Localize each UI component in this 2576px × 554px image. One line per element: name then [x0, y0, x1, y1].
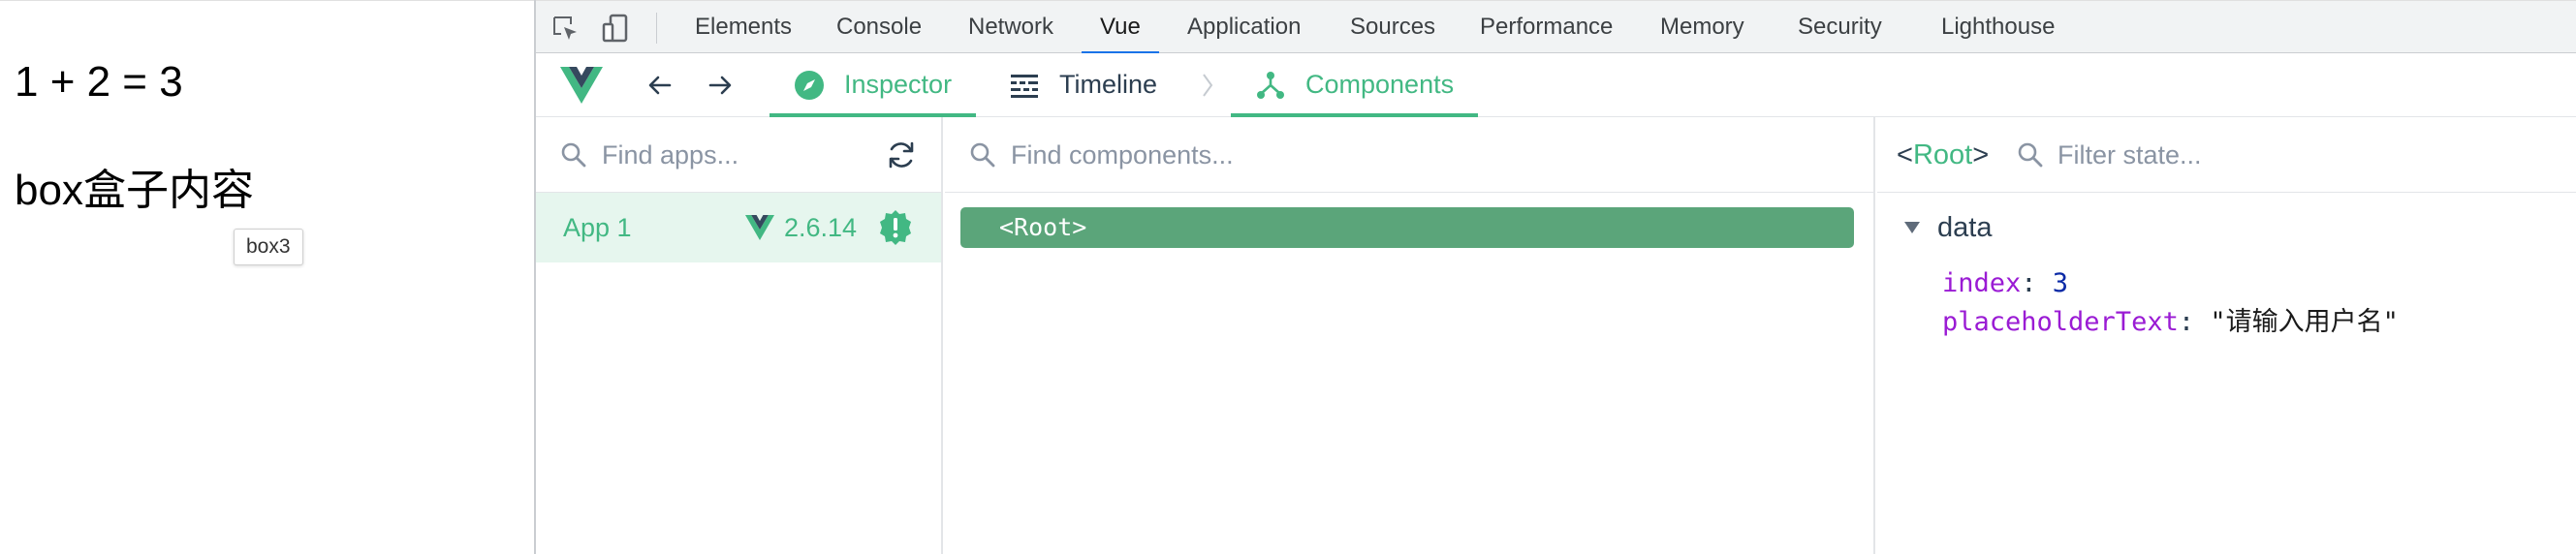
component-tree-root-row[interactable]: <Root>	[960, 207, 1854, 248]
app-name: App 1	[563, 213, 632, 242]
filter-state-input[interactable]	[2058, 135, 2348, 175]
tab-vue[interactable]: Vue	[1082, 1, 1159, 54]
tab-components-label: Components	[1305, 70, 1455, 99]
vue-logo-icon	[745, 215, 774, 240]
tab-lighthouse[interactable]: Lighthouse	[1937, 1, 2058, 53]
prop-key: placeholderText	[1942, 307, 2179, 337]
compass-icon	[795, 70, 824, 100]
components-icon	[1257, 71, 1284, 99]
search-icon	[2018, 142, 2043, 168]
tab-timeline[interactable]: Timeline	[1009, 53, 1157, 116]
state-prop-row[interactable]: index: 3	[1942, 264, 2068, 303]
search-icon	[970, 142, 995, 168]
back-arrow-icon[interactable]	[644, 70, 675, 101]
tab-elements[interactable]: Elements	[691, 1, 796, 53]
tab-application[interactable]: Application	[1183, 1, 1304, 53]
component-name: <Root>	[999, 213, 1087, 241]
warning-badge-icon[interactable]	[877, 209, 914, 246]
timeline-icon	[1011, 74, 1038, 98]
selected-component-label: <Root>	[1897, 139, 1990, 170]
devtools-tab-bar: Elements Console Network Vue Application…	[536, 0, 2576, 54]
page-viewport: 1 + 2 = 3 box盒子内容 box3	[0, 0, 534, 554]
tab-sources[interactable]: Sources	[1346, 1, 1439, 53]
forward-arrow-icon[interactable]	[705, 70, 736, 101]
section-label: data	[1937, 212, 1993, 243]
apps-search-input[interactable]	[602, 135, 854, 175]
tab-network[interactable]: Network	[964, 1, 1057, 53]
expression-text: 1 + 2 = 3	[15, 58, 183, 106]
state-inspector-pane: <Root> data index: 3 placeholderText: "请…	[1877, 117, 2576, 554]
tab-memory[interactable]: Memory	[1656, 1, 1748, 53]
hover-tooltip: box3	[234, 229, 303, 265]
refresh-icon[interactable]	[885, 138, 918, 171]
app-list-item[interactable]: App 1 2.6.14	[536, 193, 941, 262]
chevron-right-icon	[1203, 74, 1213, 97]
vue-logo-icon	[560, 67, 603, 104]
state-prop-row[interactable]: placeholderText: "请输入用户名"	[1942, 303, 2399, 342]
triangle-down-icon	[1904, 222, 1920, 233]
tab-performance[interactable]: Performance	[1476, 1, 1617, 53]
select-element-icon[interactable]	[550, 13, 581, 44]
prop-value: "请输入用户名"	[2210, 307, 2399, 337]
vue-devtools-toolbar: Inspector Timeline Components	[536, 53, 2576, 117]
toolbar-divider	[656, 13, 657, 44]
data-section-toggle[interactable]: data	[1904, 206, 1992, 249]
components-search-row	[945, 117, 1873, 193]
components-search-input[interactable]	[1011, 135, 1592, 175]
apps-pane: App 1 2.6.14	[536, 117, 943, 554]
tab-inspector[interactable]: Inspector	[769, 53, 977, 117]
devtools-panel: Elements Console Network Vue Application…	[534, 0, 2576, 554]
tab-inspector-label: Inspector	[844, 70, 953, 99]
tab-security[interactable]: Security	[1794, 1, 1886, 53]
box-content-text: box盒子内容	[15, 167, 254, 214]
apps-search-row	[536, 117, 941, 193]
device-toggle-icon[interactable]	[600, 13, 631, 44]
tab-console[interactable]: Console	[832, 1, 926, 53]
tab-timeline-label: Timeline	[1059, 70, 1158, 99]
state-header-row: <Root>	[1877, 117, 2576, 193]
tab-components[interactable]: Components	[1230, 53, 1479, 117]
components-pane: <Root>	[945, 117, 1875, 554]
app-version: 2.6.14	[784, 213, 858, 242]
prop-key: index	[1942, 268, 2022, 298]
search-icon	[561, 142, 586, 168]
prop-value: 3	[2052, 268, 2069, 298]
